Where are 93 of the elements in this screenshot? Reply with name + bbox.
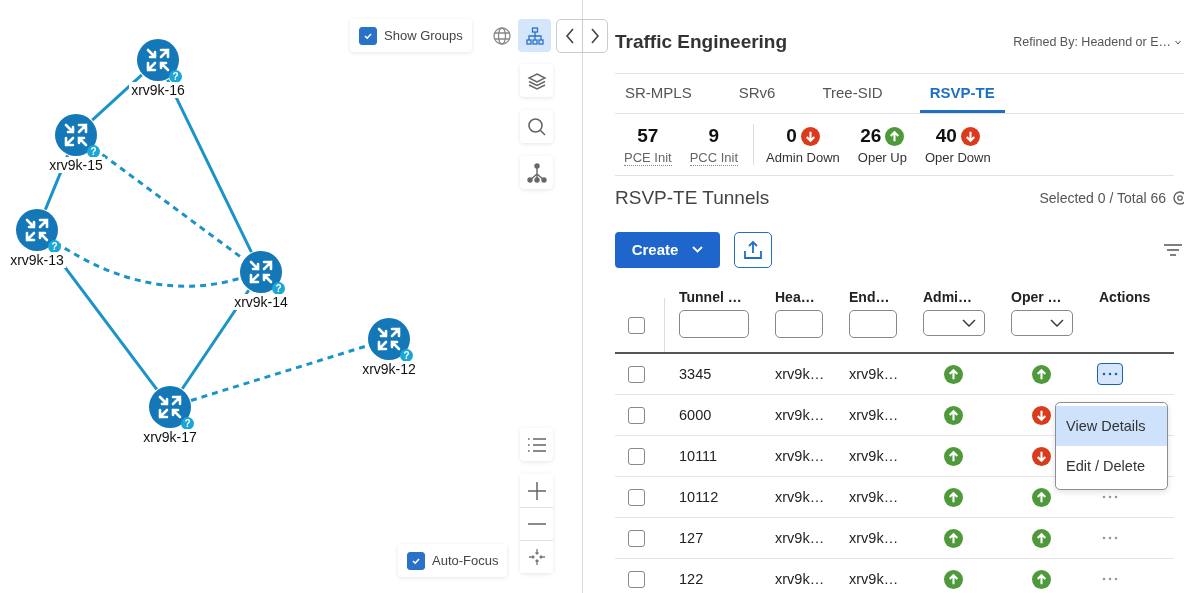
column-header[interactable]: Actions	[1099, 289, 1174, 305]
tab[interactable]: SRv6	[728, 74, 786, 113]
layers-icon[interactable]	[520, 64, 553, 97]
node-label: xrv9k-16	[129, 82, 187, 98]
table-cell: 10111	[679, 448, 718, 464]
filter-field[interactable]	[679, 310, 749, 338]
stat-value: 40	[935, 125, 957, 147]
checkbox[interactable]	[359, 26, 377, 45]
tab[interactable]: RSVP-TE	[919, 74, 1005, 113]
table-cell: xrv9k…	[775, 448, 825, 464]
router-icon[interactable]	[149, 386, 191, 428]
table-cell: 122	[679, 571, 704, 587]
table-title: RSVP-TE Tunnels	[615, 187, 770, 209]
stat-value: 26	[860, 125, 882, 147]
create-button[interactable]: Create	[615, 231, 720, 268]
router-icon[interactable]	[368, 318, 410, 360]
menu-item[interactable]: View Details	[1056, 406, 1167, 446]
filter-field[interactable]	[775, 310, 823, 338]
row-checkbox[interactable]	[628, 570, 645, 588]
column-header[interactable]: End…	[849, 289, 909, 305]
row-checkbox[interactable]	[628, 488, 645, 506]
filter-field[interactable]	[849, 310, 897, 338]
stat-value: 9	[708, 124, 720, 147]
table-cell: 3345	[679, 366, 712, 382]
table-cell: 10112	[679, 489, 719, 505]
table-cell: xrv9k…	[775, 489, 825, 505]
search-icon[interactable]	[520, 110, 553, 143]
column-header[interactable]: Oper …	[1011, 289, 1085, 305]
table-cell: xrv9k…	[775, 366, 825, 382]
filter-dropdown[interactable]	[1011, 310, 1073, 336]
row-checkbox[interactable]	[628, 406, 645, 424]
table-cell: xrv9k…	[849, 366, 899, 382]
tab[interactable]: Tree-SID	[812, 74, 893, 113]
selection-count: Selected 0 / Total 66	[1039, 190, 1166, 206]
export-button[interactable]	[734, 231, 772, 268]
zoom-in-icon[interactable]	[520, 474, 553, 507]
tree-icon[interactable]	[520, 156, 553, 189]
show-groups-checkbox[interactable]: Show Groups	[350, 19, 472, 52]
chevron-down-icon	[962, 319, 976, 327]
panel-title: Traffic Engineering	[615, 31, 788, 53]
table-cell: xrv9k…	[849, 571, 899, 587]
table-row[interactable]: 127 xrv9k… xrv9k…	[615, 518, 1174, 559]
table-cell: xrv9k…	[775, 407, 825, 423]
stat-label: Admin Down	[766, 150, 840, 165]
fit-icon[interactable]	[520, 540, 553, 573]
more-icon[interactable]	[1097, 363, 1123, 385]
router-icon[interactable]	[137, 39, 179, 81]
stat-label: Oper Down	[924, 150, 991, 165]
upload-icon	[743, 239, 763, 260]
column-header[interactable]: Admi…	[923, 289, 997, 305]
checkbox[interactable]	[407, 551, 425, 570]
refine-dropdown[interactable]: Refined By: Headend or E…	[1013, 35, 1171, 49]
stat-label: Oper Up	[857, 150, 907, 165]
node-label: xrv9k-13	[8, 252, 66, 268]
list-icon[interactable]	[520, 428, 553, 461]
menu-item[interactable]: Edit / Delete	[1056, 446, 1167, 486]
node-label: xrv9k-15	[47, 157, 105, 173]
table-row[interactable]: 3345 xrv9k… xrv9k…	[615, 354, 1174, 395]
table-cell: xrv9k…	[849, 407, 899, 423]
node-label: xrv9k-17	[141, 429, 199, 445]
caret-icon[interactable]	[1175, 39, 1181, 45]
row-checkbox[interactable]	[628, 365, 645, 383]
settings-icon[interactable]	[1172, 190, 1184, 206]
hierarchy-icon[interactable]	[518, 19, 551, 52]
filter-dropdown[interactable]	[923, 310, 985, 336]
tab[interactable]: SR-MPLS	[615, 74, 702, 113]
row-checkbox[interactable]	[628, 529, 645, 547]
filter-icon[interactable]	[1164, 243, 1182, 256]
router-icon[interactable]	[16, 209, 58, 251]
table-row[interactable]: 122 xrv9k… xrv9k…	[615, 559, 1174, 593]
table-cell: xrv9k…	[849, 489, 899, 505]
select-all-checkbox[interactable]	[628, 317, 645, 334]
column-header[interactable]: Hea…	[775, 289, 835, 305]
stat-label[interactable]: PCE Init	[624, 149, 672, 166]
table-cell: 127	[679, 530, 704, 546]
router-icon[interactable]	[55, 114, 97, 156]
column-header[interactable]: Tunnel …	[679, 289, 761, 305]
table-cell: xrv9k…	[849, 530, 899, 546]
table-cell: xrv9k…	[775, 530, 825, 546]
table-cell: 6000	[679, 407, 712, 423]
stat-value: 0	[786, 125, 797, 147]
chevron-down-icon	[1050, 319, 1064, 327]
row-checkbox[interactable]	[628, 447, 645, 465]
stat-label[interactable]: PCC Init	[689, 149, 739, 166]
stat-value: 57	[637, 124, 659, 147]
zoom-out-icon[interactable]	[520, 507, 553, 540]
router-icon[interactable]	[240, 251, 282, 293]
node-label: xrv9k-12	[360, 361, 418, 377]
caret-icon	[692, 246, 704, 253]
table-cell: xrv9k…	[775, 571, 825, 587]
auto-focus-checkbox[interactable]: Auto-Focus	[398, 544, 508, 577]
table-cell: xrv9k…	[849, 448, 899, 464]
node-label: xrv9k-14	[232, 294, 290, 310]
